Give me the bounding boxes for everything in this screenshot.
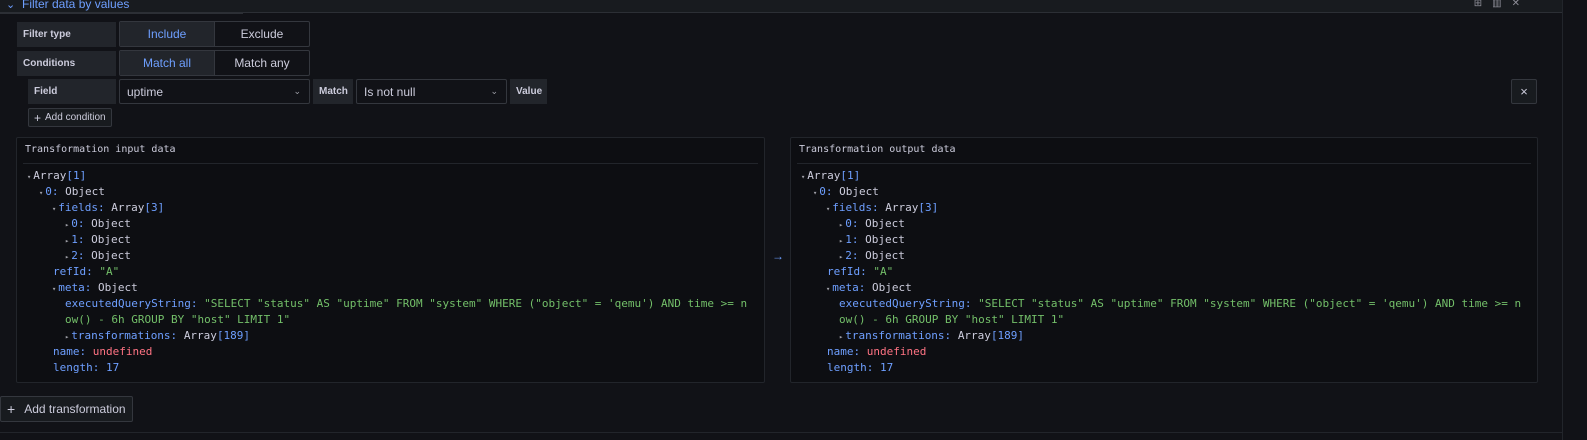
tree-node-field2[interactable]: ▸ 2: Object xyxy=(65,248,131,265)
filter-type-exclude[interactable]: Exclude xyxy=(215,22,309,46)
conditions-toggle: Match all Match any xyxy=(119,50,310,76)
add-transformation-label: Add transformation xyxy=(24,402,126,416)
panel-divider xyxy=(797,163,1531,164)
caret-right-icon: ▸ xyxy=(65,221,70,229)
caret-down-icon: ▾ xyxy=(826,285,831,293)
delete-icon[interactable]: ▥ xyxy=(1492,0,1511,9)
tree-node-root[interactable]: ▾ Array[1] xyxy=(27,168,86,185)
transformation-title: Filter data by values xyxy=(22,0,130,11)
tree-node-transformations[interactable]: ▸ transformations: Array[189] xyxy=(65,328,250,345)
tree-node-field0[interactable]: ▸ 0: Object xyxy=(65,216,131,233)
plus-icon: + xyxy=(34,110,42,125)
caret-down-icon: ▾ xyxy=(813,189,818,197)
caret-right-icon: ▸ xyxy=(839,253,844,261)
filter-type-toggle: Include Exclude xyxy=(119,21,310,47)
caret-right-icon: ▸ xyxy=(839,221,844,229)
tree-node-executed-query: executedQueryString: "SELECT "status" AS… xyxy=(65,297,748,310)
tree-node-length: length: 17 xyxy=(827,361,894,374)
arrow-right-icon: → xyxy=(772,249,784,263)
tree-node-executed-query-cont: ow() - 6h GROUP BY "host" LIMIT 1" xyxy=(839,313,1065,326)
conditions-match-any[interactable]: Match any xyxy=(215,51,309,75)
match-label: Match xyxy=(313,79,353,104)
add-condition-button[interactable]: + Add condition xyxy=(28,108,112,127)
chevron-down-icon: ⌄ xyxy=(293,86,301,96)
tree-node-field2[interactable]: ▸ 2: Object xyxy=(839,248,905,265)
field-label: Field xyxy=(28,79,116,104)
match-select-value: Is not null xyxy=(364,84,416,99)
tree-node-refid: refId: "A" xyxy=(53,265,120,278)
header-actions: ⊞▥✕ xyxy=(1474,0,1530,9)
caret-down-icon: ▾ xyxy=(39,189,44,197)
chevron-down-icon[interactable]: ⌄ xyxy=(6,0,15,11)
caret-down-icon: ▾ xyxy=(826,205,831,213)
field-select-value: uptime xyxy=(127,84,164,99)
caret-right-icon: ▸ xyxy=(65,237,70,245)
tree-node-field0[interactable]: ▸ 0: Object xyxy=(839,216,905,233)
output-panel-title: Transformation output data xyxy=(799,144,956,155)
tree-node-name: name: undefined xyxy=(827,345,927,358)
tree-node-executed-query: executedQueryString: "SELECT "status" AS… xyxy=(839,297,1522,310)
filter-type-include[interactable]: Include xyxy=(120,22,214,46)
close-icon[interactable]: ✕ xyxy=(1512,0,1530,9)
caret-down-icon: ▾ xyxy=(52,285,57,293)
input-data-panel: Transformation input data ▾ Array[1] ▾ 0: … xyxy=(16,137,765,383)
caret-right-icon: ▸ xyxy=(65,333,70,341)
tree-node-fields[interactable]: ▾ fields: Array[3] xyxy=(52,200,164,217)
caret-right-icon: ▸ xyxy=(839,333,844,341)
chevron-down-icon: ⌄ xyxy=(490,86,498,96)
tree-node-refid: refId: "A" xyxy=(827,265,894,278)
tree-node-meta[interactable]: ▾ meta: Object xyxy=(52,280,138,297)
caret-right-icon: ▸ xyxy=(839,237,844,245)
tree-node-length: length: 17 xyxy=(53,361,120,374)
value-label: Value xyxy=(510,79,547,104)
field-select[interactable]: uptime ⌄ xyxy=(119,79,310,104)
output-json-tree: ▾ Array[1] ▾ 0: Object ▾ fields: Array[3] ▸… xyxy=(801,168,1521,408)
tree-node-item0[interactable]: ▾ 0: Object xyxy=(813,184,879,201)
header-divider xyxy=(0,13,243,14)
tree-node-field1[interactable]: ▸ 1: Object xyxy=(839,232,905,249)
caret-down-icon: ▾ xyxy=(52,205,57,213)
caret-down-icon: ▾ xyxy=(27,173,32,181)
tree-node-fields[interactable]: ▾ fields: Array[3] xyxy=(826,200,938,217)
close-icon: × xyxy=(1520,84,1528,99)
output-data-panel: Transformation output data ▾ Array[1] ▾ 0:… xyxy=(790,137,1538,383)
add-condition-label: Add condition xyxy=(45,112,106,123)
tree-node-executed-query-cont: ow() - 6h GROUP BY "host" LIMIT 1" xyxy=(65,313,291,326)
input-panel-title: Transformation input data xyxy=(25,144,176,155)
caret-down-icon: ▾ xyxy=(801,173,806,181)
conditions-match-all[interactable]: Match all xyxy=(120,51,214,75)
tree-node-name: name: undefined xyxy=(53,345,153,358)
conditions-label: Conditions xyxy=(17,51,116,76)
tree-node-transformations[interactable]: ▸ transformations: Array[189] xyxy=(839,328,1024,345)
bottom-divider xyxy=(0,432,1562,433)
remove-condition-button[interactable]: × xyxy=(1511,79,1537,104)
panel-divider xyxy=(23,163,758,164)
match-select[interactable]: Is not null ⌄ xyxy=(356,79,507,104)
plus-icon: + xyxy=(7,401,16,417)
tree-node-meta[interactable]: ▾ meta: Object xyxy=(826,280,912,297)
caret-right-icon: ▸ xyxy=(65,253,70,261)
add-transformation-button[interactable]: + Add transformation xyxy=(0,396,133,422)
filter-type-label: Filter type xyxy=(17,22,116,47)
scrollbar[interactable] xyxy=(1562,0,1587,440)
tree-node-field1[interactable]: ▸ 1: Object xyxy=(65,232,131,249)
tree-node-root[interactable]: ▾ Array[1] xyxy=(801,168,860,185)
transformation-header[interactable]: ⌄ Filter data by values ⊞▥✕ xyxy=(0,0,1562,13)
tree-node-item0[interactable]: ▾ 0: Object xyxy=(39,184,105,201)
debug-icon[interactable]: ⊞ xyxy=(1474,0,1492,9)
input-json-tree: ▾ Array[1] ▾ 0: Object ▾ fields: Array[3] ▸… xyxy=(27,168,747,408)
